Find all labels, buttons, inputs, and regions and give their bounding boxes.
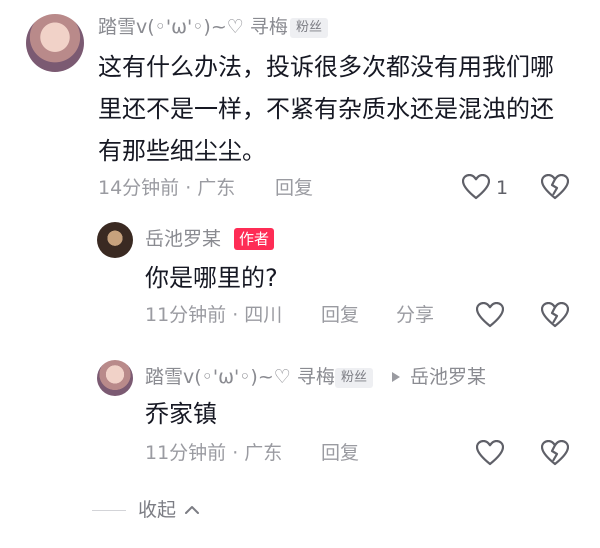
avatar[interactable]: [26, 14, 84, 72]
comment-text-line: 这有什么办法，投诉很多次都没有用我们哪: [98, 53, 554, 81]
reply-button[interactable]: 回复: [321, 303, 359, 327]
comment-text-line: 里还不是一样，不紧有杂质水还是混浊的还: [98, 95, 554, 123]
avatar[interactable]: [97, 360, 133, 396]
like-button[interactable]: 1: [462, 174, 522, 202]
reply-time: 11分钟前: [145, 304, 227, 326]
reply-text[interactable]: 你是哪里的?: [145, 257, 278, 299]
share-button[interactable]: 分享: [396, 303, 434, 327]
meta-separator: ·: [185, 177, 192, 199]
reply-meta: 11分钟前 · 四川: [145, 303, 282, 327]
comment-meta: 14分钟前 · 广东: [98, 176, 235, 200]
reply-location: 四川: [244, 304, 283, 326]
comment-username[interactable]: 踏雪v(◦'ω'◦)~♡ 寻梅: [98, 15, 288, 39]
reply-username[interactable]: 岳池罗某: [145, 227, 221, 251]
collapse-button[interactable]: 收起: [138, 498, 176, 522]
heart-outline-icon[interactable]: [476, 302, 504, 328]
fans-badge: 粉丝: [335, 368, 374, 388]
reply-text[interactable]: 乔家镇: [145, 393, 217, 435]
heart-outline-icon[interactable]: [476, 440, 504, 466]
reply-to-username[interactable]: 岳池罗某: [410, 365, 486, 389]
reply-time: 11分钟前: [145, 442, 227, 464]
triangle-right-icon: [392, 372, 400, 382]
meta-separator: ·: [232, 304, 239, 326]
like-count: 1: [496, 177, 509, 199]
broken-heart-icon[interactable]: [541, 440, 569, 466]
author-badge: 作者: [234, 228, 275, 250]
comment-time: 14分钟前: [98, 177, 180, 199]
collapse-divider: [92, 510, 126, 511]
reply-button[interactable]: 回复: [275, 176, 313, 200]
heart-outline-icon: [462, 174, 490, 200]
reply-location: 广东: [244, 442, 283, 464]
reply-username[interactable]: 踏雪v(◦'ω'◦)~♡ 寻梅: [145, 365, 335, 389]
comment-text[interactable]: 这有什么办法，投诉很多次都没有用我们哪 里还不是一样，不紧有杂质水还是混浊的还 …: [98, 46, 568, 172]
reply-meta: 11分钟前 · 广东: [145, 441, 282, 465]
chevron-up-icon[interactable]: [184, 505, 200, 515]
avatar[interactable]: [97, 222, 133, 258]
broken-heart-icon[interactable]: [541, 174, 569, 200]
reply-button[interactable]: 回复: [321, 441, 359, 465]
comment-location: 广东: [197, 177, 236, 199]
comment-text-line: 有那些细尘尘。: [98, 137, 266, 165]
meta-separator: ·: [232, 442, 239, 464]
broken-heart-icon[interactable]: [541, 302, 569, 328]
fans-badge: 粉丝: [290, 18, 329, 38]
